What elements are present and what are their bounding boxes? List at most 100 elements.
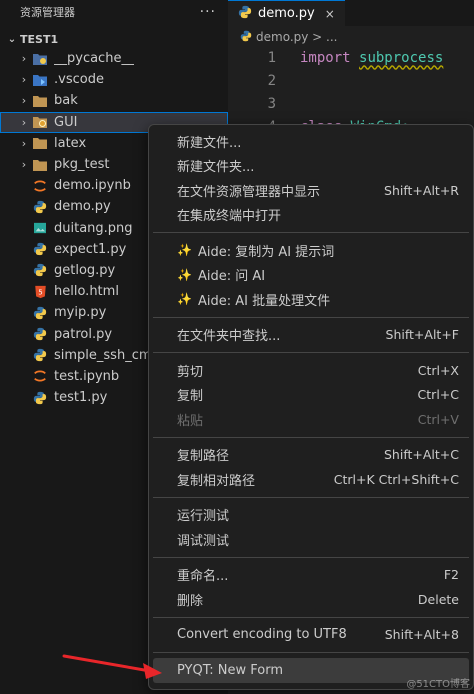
tab-label: demo.py	[258, 6, 315, 21]
menu-item[interactable]: 在文件夹中查找... Shift+Alt+F	[153, 323, 469, 348]
code-line[interactable]: 1 import subprocess	[228, 46, 444, 69]
chevron-down-icon: ⌄	[7, 33, 17, 45]
menu-item-label: 运行测试	[177, 509, 230, 525]
line-number: 2	[267, 72, 276, 89]
code-line[interactable]: 2	[228, 69, 300, 92]
python-folder-icon	[32, 51, 48, 67]
menu-item-label: Aide: 复制为 AI 提示词	[197, 244, 335, 260]
menu-item-label: 复制路径	[177, 449, 230, 465]
menu-item-label: PYQT: New Form	[177, 662, 283, 678]
menu-item-label: Aide: 问 AI	[197, 269, 266, 285]
menu-item-shortcut: Ctrl+K Ctrl+Shift+C	[333, 471, 459, 487]
menu-item[interactable]: 重命名... F2	[153, 563, 469, 588]
code-text: import subprocess	[276, 50, 443, 66]
folder-icon	[32, 157, 48, 173]
identifier: subprocess	[359, 49, 444, 66]
tree-item-label: latex	[54, 135, 87, 151]
menu-item[interactable]: 复制 Ctrl+C	[153, 383, 469, 408]
menu-item-shortcut: Ctrl+X	[417, 362, 459, 378]
tree-item-label: demo.py	[54, 199, 111, 215]
menu-item-shortcut: Shift+Alt+F	[385, 327, 459, 343]
more-actions-icon[interactable]: ···	[200, 4, 216, 20]
menu-item[interactable]: ✨ Aide: 问 AI	[153, 263, 469, 288]
tree-item-label: bak	[54, 93, 78, 109]
image-file-icon	[32, 220, 48, 236]
menu-item-shortcut: Shift+Alt+R	[384, 182, 459, 198]
menu-item[interactable]: 复制相对路径 Ctrl+K Ctrl+Shift+C	[153, 467, 469, 492]
tree-item[interactable]: › .vscode	[0, 69, 228, 90]
workspace-section-header[interactable]: ⌄ TEST1	[0, 28, 228, 50]
gui-folder-icon	[32, 114, 48, 130]
jupyter-notebook-icon	[32, 178, 48, 194]
menu-item-label: Convert encoding to UTF8	[177, 627, 347, 643]
menu-separator	[153, 316, 469, 318]
menu-item: 粘贴 Ctrl+V	[153, 407, 469, 432]
vscode-folder-icon	[32, 72, 48, 88]
tree-item[interactable]: › bak	[0, 90, 228, 111]
menu-item-label: 剪切	[177, 364, 204, 380]
explorer-title: 资源管理器	[20, 6, 75, 19]
menu-item[interactable]: Convert encoding to UTF8 Shift+Alt+8	[153, 623, 469, 648]
menu-item[interactable]: 剪切 Ctrl+X	[153, 358, 469, 383]
menu-item[interactable]: 在文件资源管理器中显示 Shift+Alt+R	[153, 178, 469, 203]
menu-item-label: 调试测试	[177, 533, 230, 549]
tree-item-label: __pycache__	[54, 51, 135, 67]
menu-item[interactable]: 复制路径 Shift+Alt+C	[153, 443, 469, 468]
python-file-icon	[32, 199, 48, 215]
tab-demo-py[interactable]: demo.py ×	[228, 0, 345, 26]
python-file-icon	[240, 30, 252, 45]
python-file-icon	[238, 5, 252, 23]
workspace-name: TEST1	[20, 32, 59, 46]
menu-item[interactable]: ✨ Aide: 复制为 AI 提示词	[153, 238, 469, 263]
menu-item-shortcut: Shift+Alt+8	[384, 627, 459, 643]
line-number: 3	[267, 95, 276, 112]
tree-item[interactable]: › __pycache__	[0, 48, 228, 69]
menu-item[interactable]: 运行测试	[153, 503, 469, 528]
menu-item-label: 粘贴	[177, 413, 204, 429]
menu-item-label: 新建文件夹...	[177, 160, 255, 176]
menu-separator	[153, 652, 469, 653]
jupyter-notebook-icon	[32, 368, 48, 384]
python-file-icon	[32, 326, 48, 342]
menu-item-label: 重命名...	[177, 569, 229, 585]
menu-item-label: 复制	[177, 389, 204, 405]
menu-item[interactable]: 删除 Delete	[153, 587, 469, 612]
python-file-icon	[32, 347, 48, 363]
chevron-right-icon: ›	[21, 73, 27, 87]
menu-item[interactable]: 在集成终端中打开	[153, 203, 469, 228]
python-file-icon	[32, 241, 48, 257]
tree-item-label: GUI	[54, 114, 78, 130]
code-line[interactable]: 3	[228, 92, 300, 115]
tree-item-label: patrol.py	[54, 326, 113, 342]
menu-item-label: 在文件夹中查找...	[177, 329, 281, 345]
tree-item-label: .vscode	[54, 72, 104, 88]
menu-item[interactable]: 新建文件...	[153, 129, 469, 154]
menu-item-label: 在集成终端中打开	[177, 209, 282, 225]
menu-separator	[153, 436, 469, 438]
folder-icon	[32, 135, 48, 151]
python-file-icon	[32, 390, 48, 406]
menu-item[interactable]: 新建文件夹...	[153, 154, 469, 179]
explorer-header: 资源管理器 ···	[0, 0, 228, 24]
menu-separator	[153, 232, 469, 233]
tree-item-label: expect1.py	[54, 241, 127, 257]
line-number: 1	[267, 49, 276, 66]
chevron-right-icon: ›	[21, 158, 27, 172]
menu-item-shortcut: F2	[443, 567, 459, 583]
sparkle-icon: ✨	[177, 292, 192, 307]
menu-item-shortcut: Ctrl+C	[417, 387, 459, 403]
svg-text:5: 5	[38, 288, 42, 296]
sparkle-icon: ✨	[177, 243, 192, 258]
menu-item-label: 在文件资源管理器中显示	[177, 184, 321, 200]
menu-item-label: 复制相对路径	[177, 473, 256, 489]
close-icon[interactable]: ×	[325, 7, 335, 21]
menu-item-shortcut: Ctrl+V	[417, 411, 459, 427]
menu-separator	[153, 616, 469, 618]
menu-item-label: Aide: AI 批量处理文件	[197, 293, 331, 309]
keyword: import	[300, 49, 351, 66]
breadcrumb[interactable]: demo.py > ...	[228, 26, 474, 48]
menu-item-label: 删除	[177, 593, 204, 609]
menu-item[interactable]: 调试测试	[153, 527, 469, 552]
menu-item[interactable]: ✨ Aide: AI 批量处理文件	[153, 287, 469, 312]
menu-separator	[153, 496, 469, 498]
